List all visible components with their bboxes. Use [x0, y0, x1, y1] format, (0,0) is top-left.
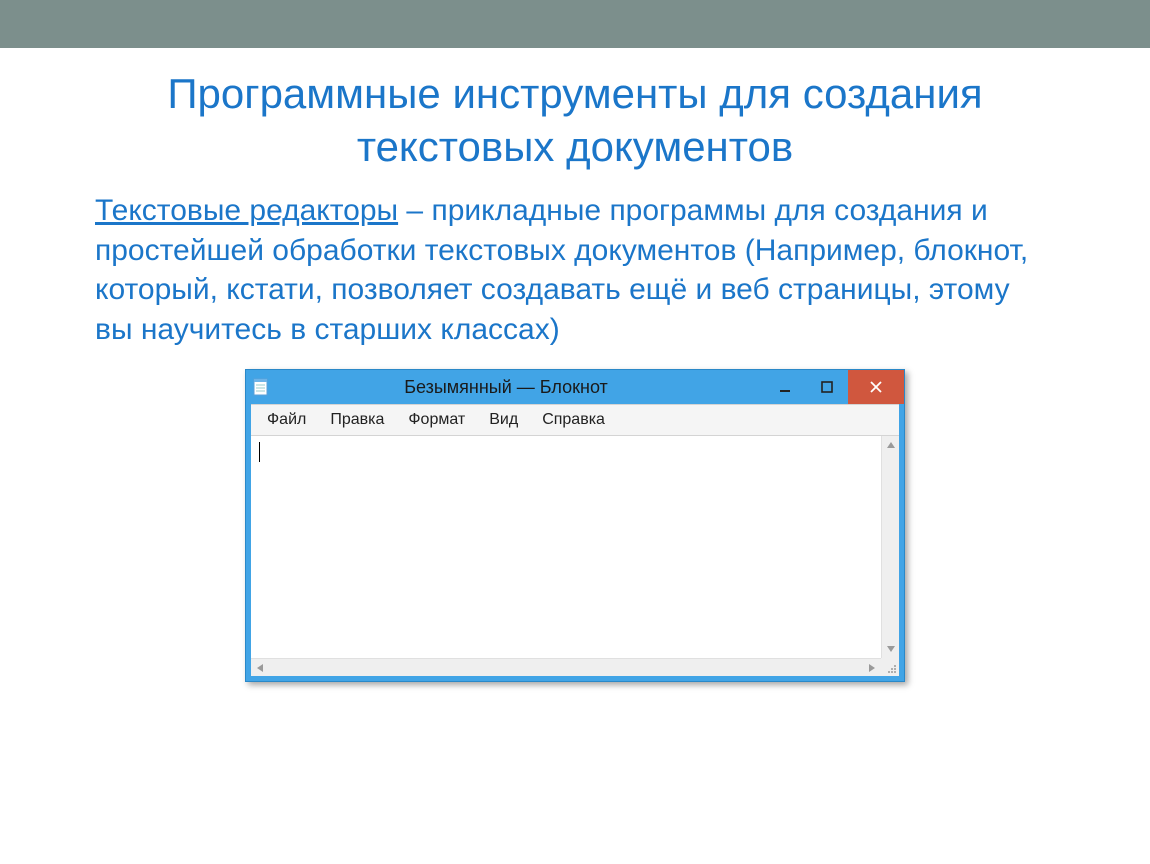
presentation-top-bar	[0, 0, 1150, 48]
close-button[interactable]	[848, 370, 904, 404]
text-caret	[259, 442, 260, 462]
text-editor-area[interactable]	[251, 436, 881, 658]
scroll-up-icon[interactable]	[882, 436, 899, 454]
window-controls	[764, 370, 904, 404]
minimize-button[interactable]	[764, 370, 806, 404]
vertical-scrollbar[interactable]	[881, 436, 899, 658]
menu-help[interactable]: Справка	[532, 409, 615, 431]
resize-grip-icon[interactable]	[881, 658, 899, 676]
notepad-window: Безымянный — Блокнот Файл Правка Форма	[245, 369, 905, 682]
scroll-left-icon[interactable]	[251, 659, 269, 676]
slide-content: Программные инструменты для создания тек…	[0, 48, 1150, 682]
menu-view[interactable]: Вид	[479, 409, 528, 431]
horizontal-scrollbar[interactable]	[251, 658, 881, 676]
menu-format[interactable]: Формат	[398, 409, 475, 431]
menu-file[interactable]: Файл	[257, 409, 316, 431]
slide-title: Программные инструменты для создания тек…	[95, 68, 1055, 173]
term-text-editors: Текстовые редакторы	[95, 194, 398, 227]
titlebar[interactable]: Безымянный — Блокнот	[246, 370, 904, 404]
client-area	[251, 436, 899, 676]
notepad-app-icon	[252, 378, 270, 396]
maximize-button[interactable]	[806, 370, 848, 404]
menubar: Файл Правка Формат Вид Справка	[251, 404, 899, 436]
scroll-right-icon[interactable]	[863, 659, 881, 676]
window-title: Безымянный — Блокнот	[278, 377, 764, 398]
scroll-down-icon[interactable]	[882, 640, 899, 658]
menu-edit[interactable]: Правка	[320, 409, 394, 431]
slide-body-text: Текстовые редакторы – прикладные програм…	[95, 191, 1055, 349]
